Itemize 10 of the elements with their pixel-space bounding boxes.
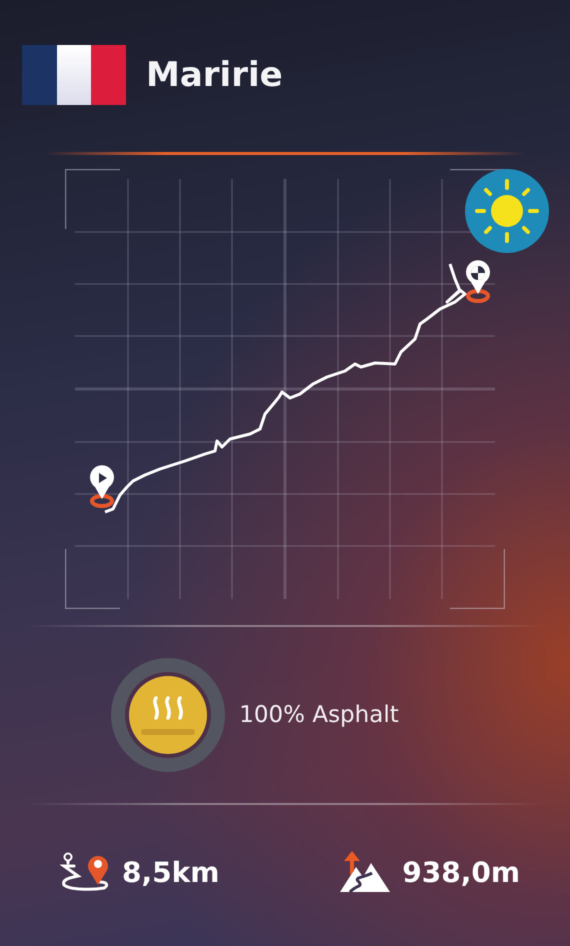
finish-pin-icon: [466, 260, 490, 303]
distance-value: 8,5km: [122, 856, 220, 888]
route-title: Maririe: [146, 55, 283, 95]
surface-label: 100% Asphalt: [239, 702, 399, 728]
start-pin-icon: [90, 465, 114, 508]
asphalt-surface-icon: [111, 658, 226, 772]
elevation-icon: [338, 851, 392, 893]
flag-icon: [22, 45, 126, 105]
sun-icon: [465, 169, 549, 253]
elevation-value: 938,0m: [402, 856, 520, 888]
